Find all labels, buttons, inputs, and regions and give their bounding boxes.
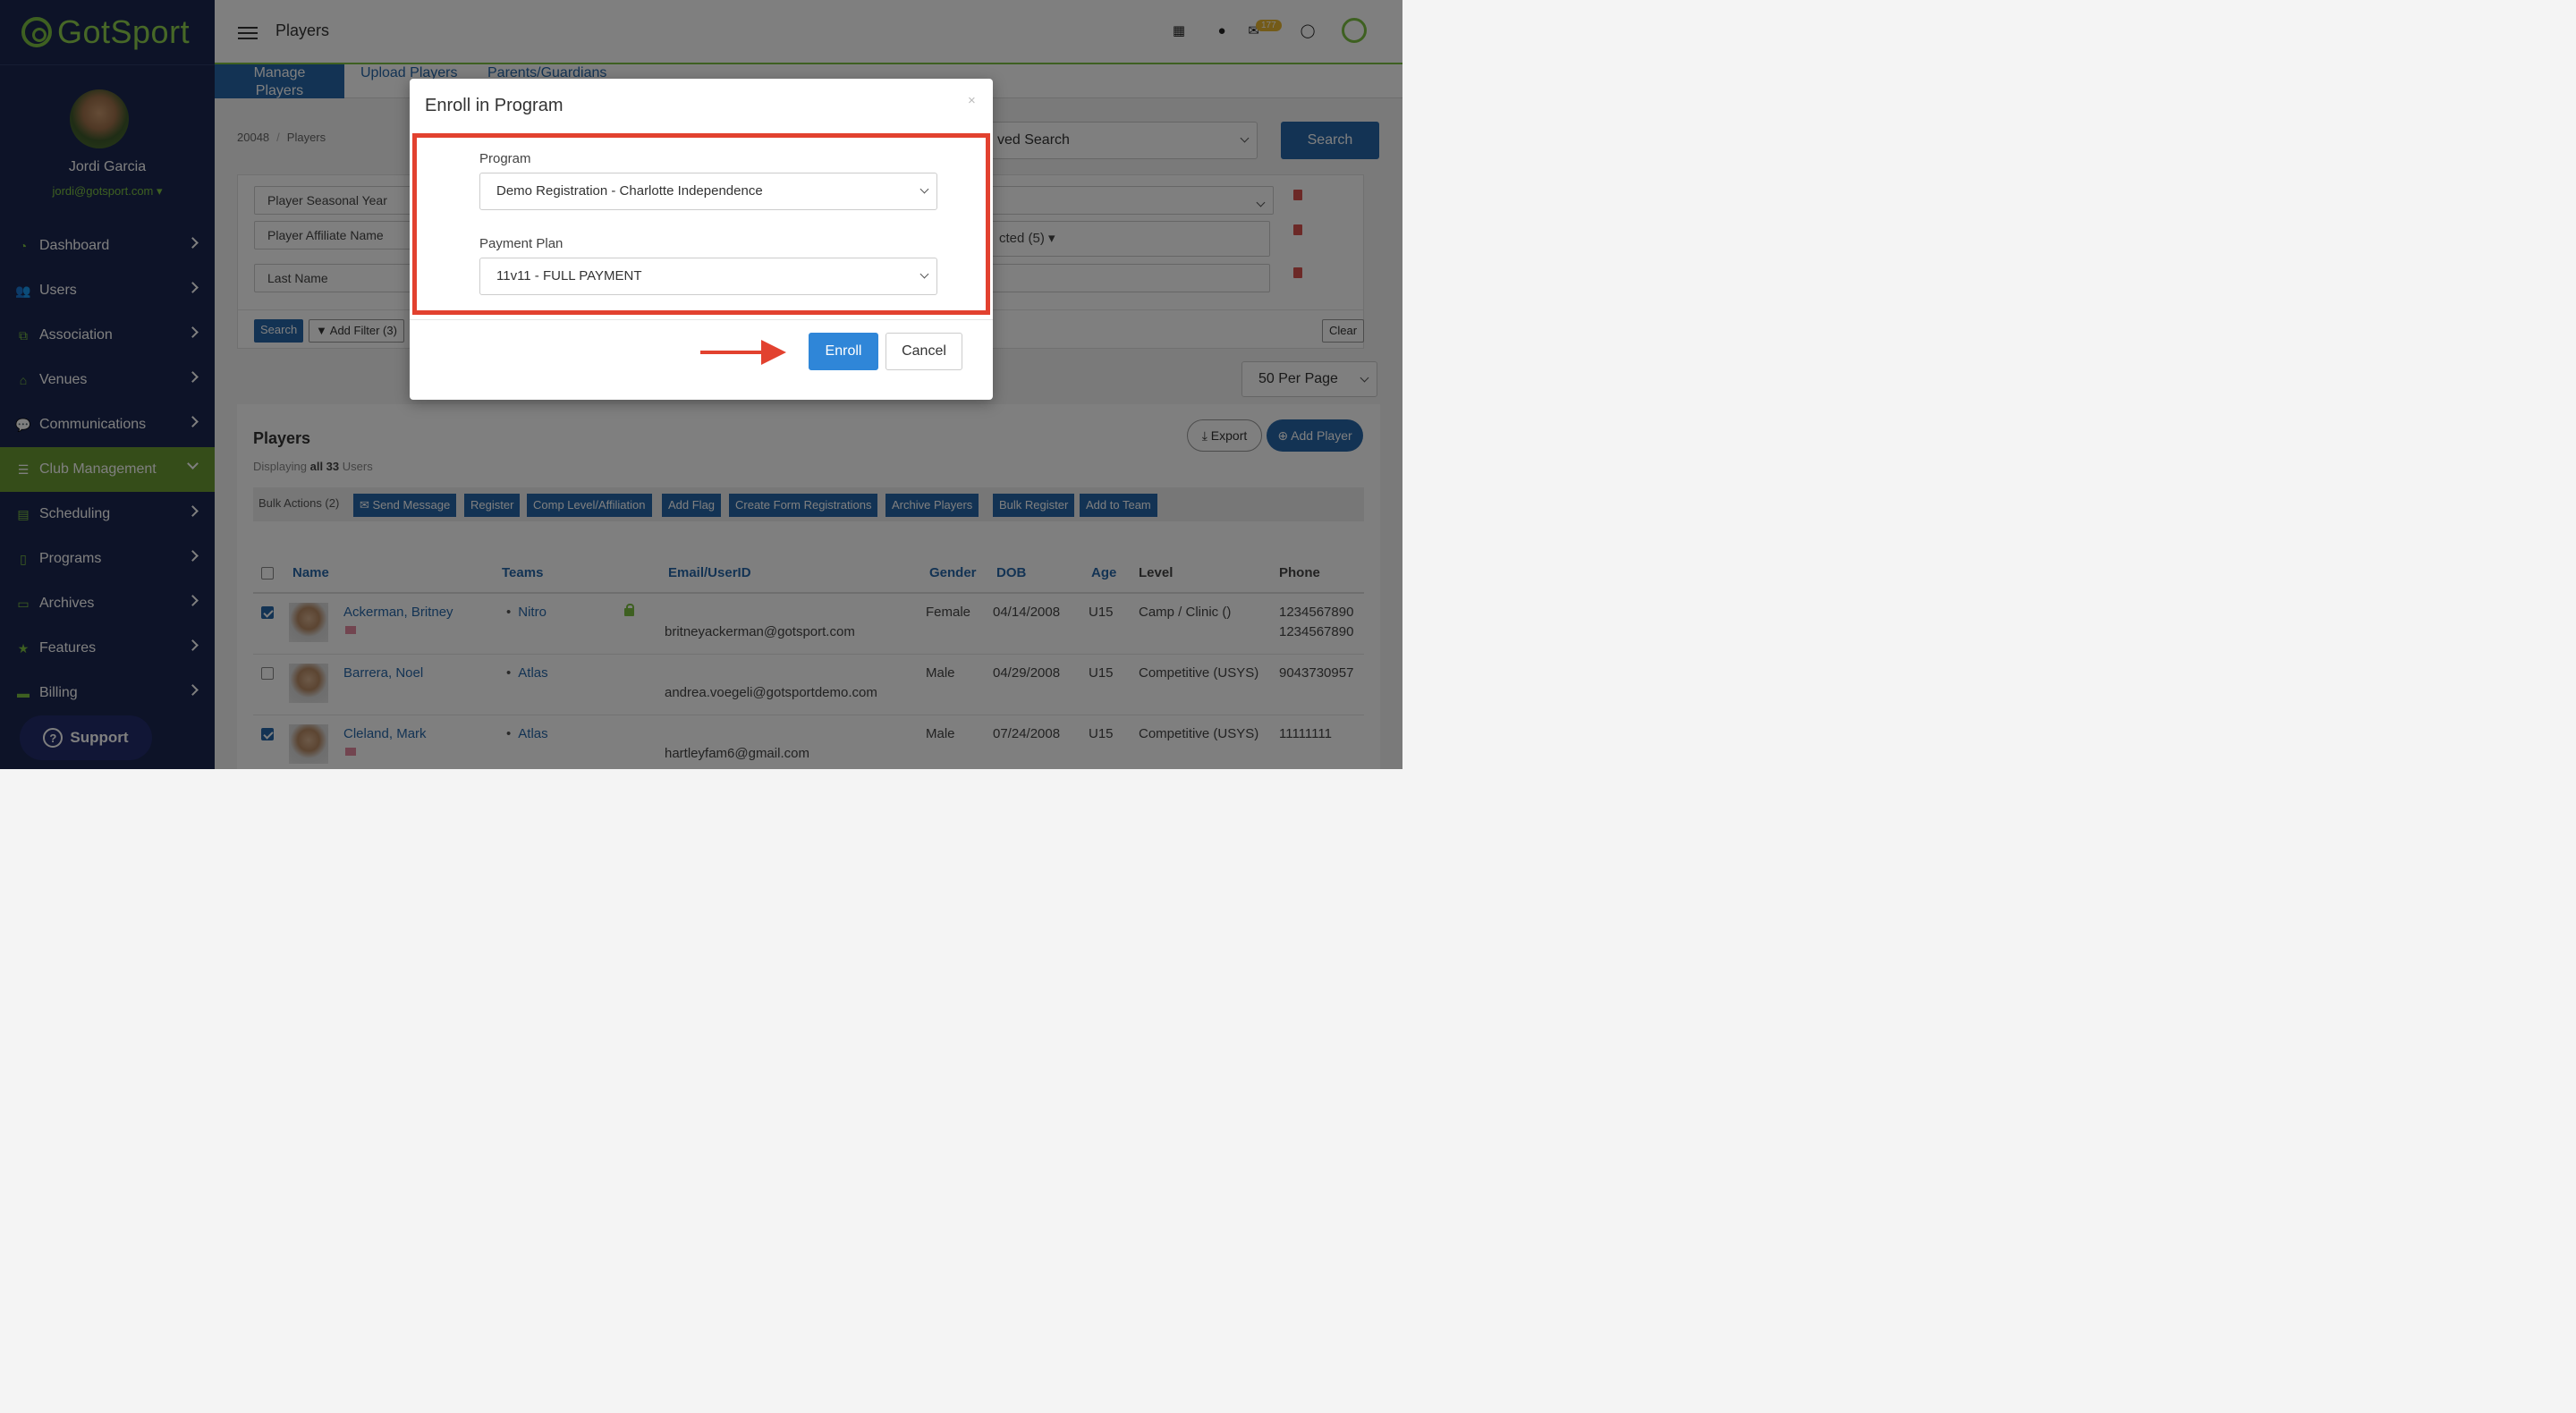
close-icon[interactable]: × (968, 93, 976, 108)
cancel-button[interactable]: Cancel (885, 332, 962, 370)
arrow-annotation (699, 350, 763, 354)
payment-plan-label: Payment Plan (479, 235, 564, 251)
arrow-head-icon (760, 339, 786, 365)
payment-plan-select[interactable]: 11v11 - FULL PAYMENT (479, 257, 937, 295)
highlight-box: Program Demo Registration - Charlotte In… (411, 132, 990, 315)
enroll-modal: Enroll in Program × Program Demo Registr… (409, 78, 993, 400)
program-select[interactable]: Demo Registration - Charlotte Independen… (479, 172, 937, 210)
enroll-button[interactable]: Enroll (808, 332, 878, 370)
chevron-down-icon (919, 184, 929, 194)
chevron-down-icon (919, 269, 929, 279)
modal-title: Enroll in Program (424, 95, 564, 115)
program-label: Program (479, 150, 531, 166)
modal-footer-divider (409, 318, 993, 320)
